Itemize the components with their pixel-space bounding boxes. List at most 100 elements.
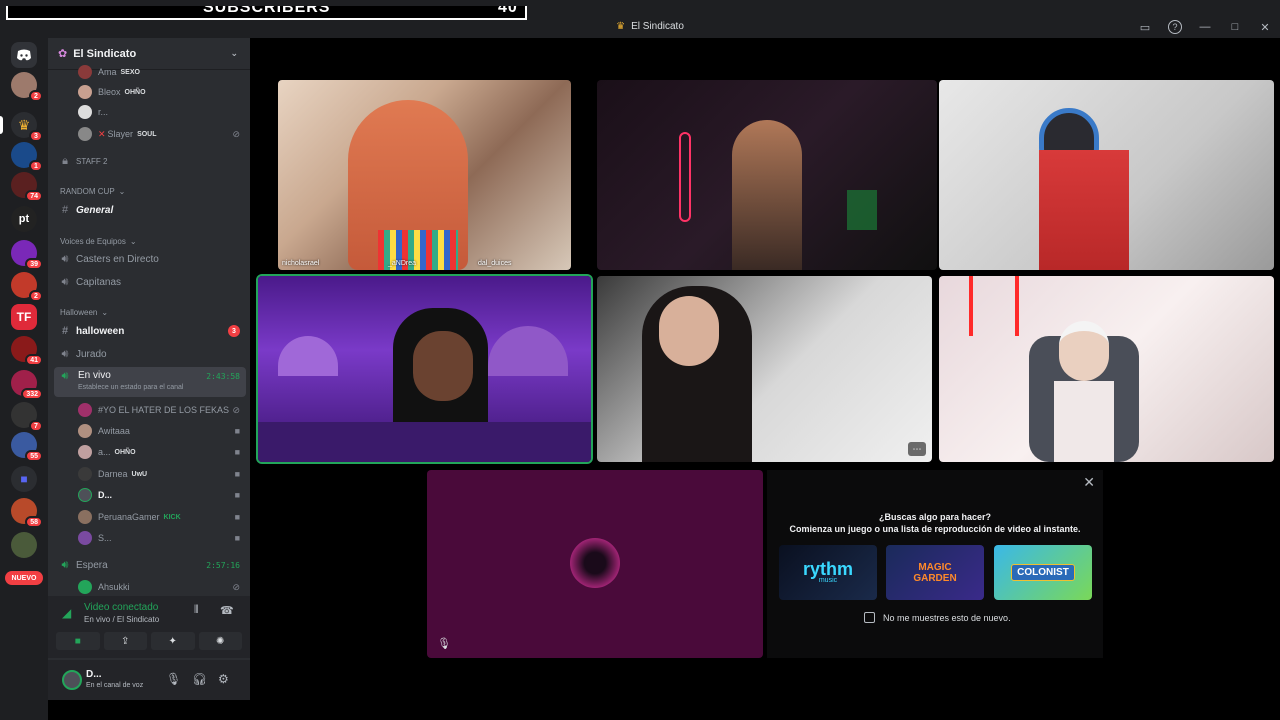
video-tile[interactable]: nicholasrael _aNDrea dal_duices xyxy=(278,80,571,270)
tile-label: nicholasrael xyxy=(282,260,320,267)
noise-suppression-icon[interactable]: ⫴ xyxy=(194,604,199,617)
user-name[interactable]: D... xyxy=(86,669,102,680)
badge: 332 xyxy=(21,388,43,400)
camera-icon: ■ xyxy=(234,426,240,436)
close-icon[interactable]: ✕ xyxy=(1083,474,1095,491)
discord-home-icon[interactable] xyxy=(11,42,37,68)
voice-user[interactable]: Bleox OHÑO xyxy=(48,82,250,102)
voice-user[interactable]: Awitaaa ■ xyxy=(48,421,250,441)
lock-icon: 🔒︎ xyxy=(62,154,68,167)
camera-button[interactable]: ■ xyxy=(56,632,100,650)
new-badge[interactable]: NUEVO xyxy=(5,571,43,585)
tile-label: dal_duices xyxy=(478,260,512,267)
server-icon-9[interactable]: 41 xyxy=(11,336,43,366)
server-icon-15[interactable] xyxy=(11,532,37,558)
dont-show-again[interactable]: No me muestres esto de nuevo. xyxy=(864,612,1011,623)
voice-user[interactable]: Darnea UwU ■ xyxy=(48,464,250,484)
camera-icon: ■ xyxy=(234,490,240,500)
server-icon-12[interactable]: 55 xyxy=(11,432,43,462)
badge: 2 xyxy=(29,90,43,102)
server-icon-1[interactable]: 2 xyxy=(11,72,43,102)
server-icon-6[interactable]: 39 xyxy=(11,240,43,270)
server-icon-pt[interactable]: pt xyxy=(11,206,37,232)
voice-user[interactable]: r... xyxy=(48,102,250,122)
close-button[interactable]: ✕ xyxy=(1258,20,1272,34)
speaker-icon: 🔊︎ xyxy=(61,275,69,288)
headphones-icon[interactable]: 🎧︎ xyxy=(192,672,207,686)
hash-icon: # xyxy=(61,325,69,337)
channel-staff[interactable]: 🔒︎ STAFF 2 xyxy=(48,151,250,171)
user-tag: UwU xyxy=(131,470,148,478)
voice-status[interactable]: Video conectado xyxy=(84,602,158,613)
server-icon-tf[interactable]: TF xyxy=(11,304,37,330)
category-random-cup[interactable]: RANDOM CUP ⌄ xyxy=(48,181,250,201)
badge: 41 xyxy=(25,354,43,366)
server-icon-10[interactable]: 332 xyxy=(11,370,43,400)
channel-en-vivo[interactable]: 🔊︎ En vivo 2:43:58 Establece un estado p… xyxy=(54,367,246,397)
folder-icon[interactable]: ■ xyxy=(11,466,37,492)
disconnect-icon[interactable]: ☎ xyxy=(220,604,234,617)
category-halloween[interactable]: Halloween ⌄ xyxy=(48,302,250,322)
voice-user[interactable]: ✕ Slayer SOUL ⊘ xyxy=(48,124,250,144)
overlay-text: SUBSCRIBERS xyxy=(203,6,331,16)
channel-capitanas[interactable]: 🔊︎ Capitanas xyxy=(48,272,250,292)
activities-button[interactable]: ✦ xyxy=(151,632,195,650)
voice-channel[interactable]: En vivo / El Sindicato xyxy=(84,615,159,624)
user-name: #YO EL HATER DE LOS FEKAS xyxy=(98,405,230,415)
video-tile[interactable] xyxy=(939,80,1274,270)
soundboard-button[interactable]: ✺ xyxy=(198,632,242,650)
maximize-button[interactable]: □ xyxy=(1228,20,1242,34)
server-icon-11[interactable]: 7 xyxy=(11,402,43,432)
speaker-icon: 🔊︎ xyxy=(61,252,69,265)
minimize-button[interactable]: — xyxy=(1198,20,1212,34)
user-tag: KICK xyxy=(163,513,181,521)
voice-user[interactable]: D... ■ xyxy=(48,485,250,505)
voice-user[interactable]: S... ■ xyxy=(48,528,250,548)
screen-share-button[interactable]: ⇪ xyxy=(103,632,147,650)
avatar[interactable] xyxy=(62,670,82,690)
user-name: Bleox xyxy=(98,87,121,97)
video-tile[interactable] xyxy=(258,276,591,462)
voice-user[interactable]: PeruanaGamer KICK ■ xyxy=(48,507,250,527)
inbox-icon[interactable]: ▭ xyxy=(1138,20,1152,34)
voice-user[interactable]: a... OHÑO ■ xyxy=(48,442,250,462)
channel-halloween[interactable]: # halloween 3 xyxy=(48,321,250,341)
badge: 74 xyxy=(25,190,43,202)
more-options-button[interactable]: ⋯ xyxy=(908,442,926,456)
activity-card-rythm[interactable]: rythm music xyxy=(779,545,877,600)
activity-card-colonist[interactable]: COLONIST xyxy=(994,545,1092,600)
voice-connection-panel: ◢ Video conectado En vivo / El Sindicato… xyxy=(48,596,250,658)
self-video-tile[interactable]: 🎙︎ xyxy=(427,470,763,658)
server-icon-7[interactable]: 2 xyxy=(11,272,43,302)
badge: 55 xyxy=(25,450,43,462)
category-name: Voices de Equipos xyxy=(60,236,126,246)
channel-espera[interactable]: 🔊︎ Espera 2:57:16 xyxy=(48,555,250,575)
channel-casters[interactable]: 🔊︎ Casters en Directo xyxy=(48,249,250,269)
activity-card-magic-garden[interactable]: MAGIC GARDEN xyxy=(886,545,984,600)
voice-user[interactable]: Ama SEXO xyxy=(48,62,250,82)
server-icon-14[interactable]: 58 xyxy=(11,498,43,528)
checkbox[interactable] xyxy=(864,612,875,623)
voice-user[interactable]: Ahsukki ⊘ xyxy=(48,577,250,597)
avatar xyxy=(78,531,92,545)
category-voices[interactable]: Voices de Equipos ⌄ xyxy=(48,231,250,251)
help-icon[interactable]: ? xyxy=(1168,20,1182,34)
microphone-icon[interactable]: 🎙︎ xyxy=(166,672,181,686)
channel-general[interactable]: # General xyxy=(48,200,250,220)
server-icon-4[interactable]: 74 xyxy=(11,172,43,202)
chevron-down-icon: ⌄ xyxy=(129,236,137,246)
user-tag: SEXO xyxy=(120,68,140,76)
video-stage: nicholasrael _aNDrea dal_duices ⋯ 🎙︎ ✕ ¿… xyxy=(250,38,1280,720)
settings-gear-icon[interactable]: ⚙ xyxy=(218,672,229,686)
channel-status[interactable]: Establece un estado para el canal xyxy=(78,384,183,391)
video-tile[interactable]: ⋯ xyxy=(597,276,932,462)
voice-user[interactable]: #YO EL HATER DE LOS FEKAS ⊘ xyxy=(48,400,250,420)
video-tile[interactable] xyxy=(939,276,1274,462)
channel-jurado[interactable]: 🔊︎ Jurado xyxy=(48,344,250,364)
user-panel: D... En el canal de voz 🎙︎ 🎧︎ ⚙ xyxy=(48,660,250,700)
server-icon-3[interactable]: 1 xyxy=(11,142,43,172)
signal-icon[interactable]: ◢ xyxy=(62,606,71,620)
video-tile[interactable] xyxy=(597,80,937,270)
server-icon-sindicato[interactable]: ♛ 3 xyxy=(11,112,43,142)
muted-microphone-icon: 🎙︎ xyxy=(437,638,451,650)
